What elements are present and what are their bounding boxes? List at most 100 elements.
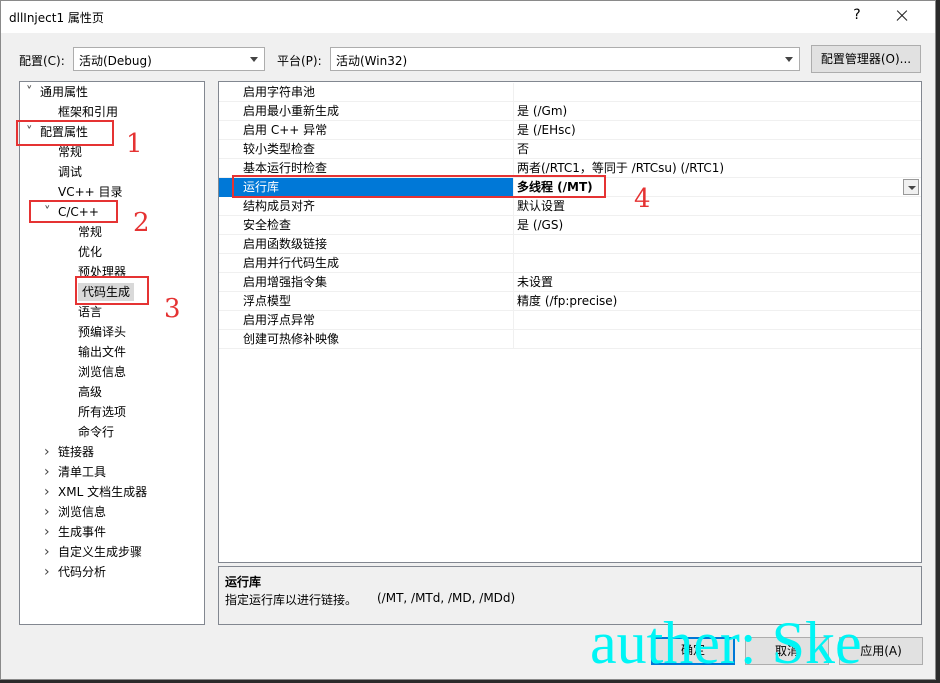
property-name: 启用字符串池 bbox=[219, 83, 514, 102]
tree-item-label: 浏览信息 bbox=[58, 505, 107, 519]
tree-item-label: 链接器 bbox=[58, 445, 95, 459]
config-value: 活动(Debug) bbox=[79, 54, 152, 68]
property-value[interactable]: 是 (/GS) bbox=[515, 216, 921, 235]
tree-item[interactable]: 框架和引用 bbox=[44, 103, 118, 121]
dropdown-arrow-icon[interactable] bbox=[903, 179, 919, 195]
annotation-box-1 bbox=[16, 120, 114, 146]
chevron-right-icon[interactable]: › bbox=[44, 503, 58, 521]
chevron-right-icon[interactable]: › bbox=[44, 523, 58, 541]
property-value[interactable] bbox=[515, 254, 921, 273]
property-name: 创建可热修补映像 bbox=[219, 330, 514, 349]
property-value[interactable] bbox=[515, 235, 921, 254]
tree-item-label: 命令行 bbox=[78, 425, 115, 439]
tree-item-label: 框架和引用 bbox=[58, 105, 119, 119]
property-value[interactable]: 否 bbox=[515, 140, 921, 159]
tree-item[interactable]: ˅ 通用属性 bbox=[26, 83, 88, 101]
tree-item[interactable]: › 生成事件 bbox=[44, 523, 106, 541]
property-value[interactable]: 未设置 bbox=[515, 273, 921, 292]
property-value[interactable] bbox=[515, 311, 921, 330]
property-row[interactable]: 安全检查是 (/GS) bbox=[219, 216, 921, 235]
chevron-down-icon[interactable]: ˅ bbox=[26, 84, 40, 102]
tree-item[interactable]: VC++ 目录 bbox=[44, 183, 123, 201]
tree-item[interactable]: 命令行 bbox=[64, 423, 114, 441]
close-icon[interactable] bbox=[889, 5, 915, 27]
property-row[interactable]: 启用函数级链接 bbox=[219, 235, 921, 254]
property-value[interactable] bbox=[515, 83, 921, 102]
property-row[interactable]: 启用字符串池 bbox=[219, 83, 921, 102]
chevron-right-icon[interactable]: › bbox=[44, 543, 58, 561]
property-row[interactable]: 浮点模型 精度 (/fp:precise) bbox=[219, 292, 921, 311]
chevron-right-icon[interactable]: › bbox=[44, 463, 58, 481]
property-row[interactable]: 结构成员对齐 默认设置 bbox=[219, 197, 921, 216]
property-row[interactable]: 启用并行代码生成 bbox=[219, 254, 921, 273]
property-name: 启用并行代码生成 bbox=[219, 254, 514, 273]
tree-item[interactable]: › 浏览信息 bbox=[44, 503, 106, 521]
tree-item[interactable]: 优化 bbox=[64, 243, 102, 261]
description-title: 运行库 bbox=[225, 575, 262, 589]
tree-item-label: 代码分析 bbox=[58, 565, 107, 579]
annotation-number-2: 2 bbox=[133, 208, 150, 238]
annotation-box-2 bbox=[29, 200, 118, 223]
config-manager-button[interactable]: 配置管理器(O)... bbox=[811, 45, 921, 73]
property-name: 安全检查 bbox=[219, 216, 514, 235]
tree-item-label: 语言 bbox=[78, 305, 103, 319]
tree-item[interactable]: › 代码分析 bbox=[44, 563, 106, 581]
chevron-right-icon[interactable]: › bbox=[44, 443, 58, 461]
tree-item[interactable]: › 清单工具 bbox=[44, 463, 106, 481]
property-name: 启用浮点异常 bbox=[219, 311, 514, 330]
tree-item[interactable]: 预编译头 bbox=[64, 323, 126, 341]
tree-item[interactable]: 语言 bbox=[64, 303, 102, 321]
tree-item[interactable]: 输出文件 bbox=[64, 343, 126, 361]
tree-item-label: 优化 bbox=[78, 245, 103, 259]
window-title: dllInject1 属性页 bbox=[9, 11, 104, 25]
property-row[interactable]: 创建可热修补映像 bbox=[219, 330, 921, 349]
property-value[interactable] bbox=[515, 330, 921, 349]
tree-item[interactable]: › XML 文档生成器 bbox=[44, 483, 147, 501]
annotation-number-1: 1 bbox=[126, 129, 143, 159]
tree-item[interactable]: › 链接器 bbox=[44, 443, 94, 461]
tree-item-label: 浏览信息 bbox=[78, 365, 127, 379]
chevron-right-icon[interactable]: › bbox=[44, 483, 58, 501]
tree-item[interactable]: 高级 bbox=[64, 383, 102, 401]
property-row[interactable]: 启用最小重新生成是 (/Gm) bbox=[219, 102, 921, 121]
chevron-right-icon[interactable]: › bbox=[44, 563, 58, 581]
property-row[interactable]: 启用 C++ 异常是 (/EHsc) bbox=[219, 121, 921, 140]
annotation-box-3 bbox=[75, 276, 149, 305]
platform-combo[interactable]: 活动(Win32) bbox=[330, 47, 800, 71]
tree-item[interactable]: 常规 bbox=[64, 223, 102, 241]
property-pages-dialog: dllInject1 属性页 ? 配置(C): 活动(Debug) 平台(P):… bbox=[0, 0, 936, 680]
property-row[interactable]: 较小类型检查否 bbox=[219, 140, 921, 159]
property-grid[interactable]: 启用字符串池 启用最小重新生成是 (/Gm) 启用 C++ 异常是 (/EHsc) 较… bbox=[218, 81, 922, 563]
property-name: 浮点模型 bbox=[219, 292, 514, 311]
annotation-number-3: 3 bbox=[164, 294, 181, 324]
tree-item[interactable]: 所有选项 bbox=[64, 403, 126, 421]
description-text: 指定运行库以进行链接。 bbox=[225, 593, 358, 607]
property-value[interactable]: 是 (/Gm) bbox=[515, 102, 921, 121]
property-value[interactable]: 是 (/EHsc) bbox=[515, 121, 921, 140]
config-combo[interactable]: 活动(Debug) bbox=[73, 47, 265, 71]
property-row[interactable]: 启用增强指令集 未设置 bbox=[219, 273, 921, 292]
tree-item-label: 所有选项 bbox=[78, 405, 127, 419]
property-name: 启用函数级链接 bbox=[219, 235, 514, 254]
chevron-down-icon bbox=[250, 57, 258, 62]
property-value[interactable]: 默认设置 bbox=[515, 197, 921, 216]
tree-item-label: 输出文件 bbox=[78, 345, 127, 359]
description-flags: (/MT, /MTd, /MD, /MDd) bbox=[377, 591, 516, 605]
help-icon[interactable]: ? bbox=[845, 7, 869, 23]
tree-item[interactable]: › 自定义生成步骤 bbox=[44, 543, 142, 561]
tree-item-label: 生成事件 bbox=[58, 525, 107, 539]
property-value[interactable]: 精度 (/fp:precise) bbox=[515, 292, 921, 311]
property-name: 启用最小重新生成 bbox=[219, 102, 514, 121]
tree-item-label: 常规 bbox=[78, 225, 103, 239]
property-name: 较小类型检查 bbox=[219, 140, 514, 159]
config-label: 配置(C): bbox=[19, 54, 65, 68]
watermark-text: auther: Ske bbox=[590, 610, 862, 676]
tree-item[interactable]: 浏览信息 bbox=[64, 363, 126, 381]
annotation-box-4 bbox=[232, 175, 606, 198]
tree-item[interactable]: 调试 bbox=[44, 163, 82, 181]
property-name: 启用 C++ 异常 bbox=[219, 121, 514, 140]
tree-item-label: 高级 bbox=[78, 385, 103, 399]
platform-label: 平台(P): bbox=[277, 54, 322, 68]
category-tree[interactable]: ˅ 通用属性 框架和引用 ˅ 配置属性 常规 调试 VC++ 目录 ˅ C/C++ 常规 优化 预处理器… bbox=[19, 81, 205, 625]
property-row[interactable]: 启用浮点异常 bbox=[219, 311, 921, 330]
